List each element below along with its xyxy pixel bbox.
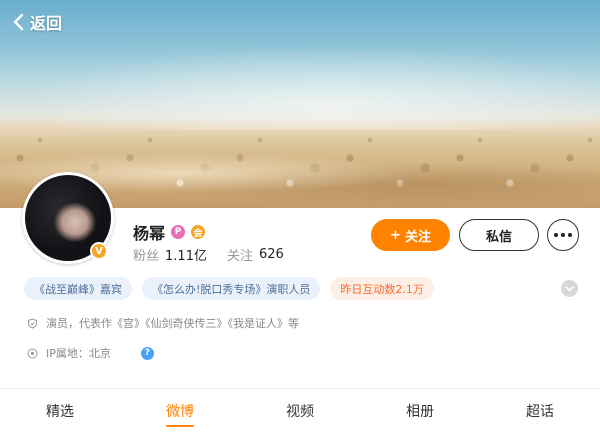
banner-sky-haze (0, 40, 600, 130)
works-row: 演员，代表作《宫》《仙剑奇侠传三》《我是证人》等 (27, 315, 299, 331)
tag-item[interactable]: 《怎么办!脱口秀专场》演职人员 (142, 277, 321, 300)
profile-tabs: 精选 微博 视频 相册 超话 (0, 389, 600, 432)
chevron-down-icon (565, 285, 574, 292)
follow-label: 关注 (404, 229, 431, 245)
following-count[interactable]: 626 (259, 247, 284, 262)
message-label: 私信 (485, 229, 512, 245)
tag-item[interactable]: 《战至巅峰》嘉宾 (24, 277, 132, 300)
followers-label[interactable]: 粉丝 (133, 245, 159, 264)
member-badge-icon[interactable]: P (171, 225, 186, 239)
tab-albums[interactable]: 相册 (360, 389, 480, 432)
name-row: 杨幂 P 会 (133, 220, 206, 244)
tab-videos[interactable]: 视频 (240, 389, 360, 432)
more-dots-icon (561, 233, 565, 237)
back-label: 返回 (30, 14, 63, 33)
vip-badge-icon[interactable]: 会 (191, 225, 206, 239)
avatar-container[interactable]: V (22, 172, 114, 264)
following-label[interactable]: 关注 (227, 245, 253, 264)
tab-featured[interactable]: 精选 (0, 389, 120, 432)
more-options-button[interactable] (547, 219, 579, 251)
tab-label: 精选 (46, 403, 74, 420)
ip-location-text: IP属地：北京 (46, 347, 111, 360)
tags-row: 《战至巅峰》嘉宾 《怎么办!脱口秀专场》演职人员 昨日互动数2.1万 (24, 277, 434, 300)
profile-name: 杨幂 (133, 224, 166, 243)
tab-label: 视频 (286, 403, 314, 420)
back-button[interactable]: 返回 (12, 10, 62, 34)
verified-badge-icon: V (90, 242, 108, 260)
plus-icon: + (390, 227, 401, 243)
ip-row: IP属地：北京 ? (27, 345, 154, 361)
question-icon[interactable]: ? (140, 346, 154, 360)
tab-weibo[interactable]: 微博 (120, 389, 240, 432)
shield-icon (28, 317, 37, 329)
follow-button[interactable]: + 关注 (371, 219, 450, 251)
tab-supertopic[interactable]: 超话 (480, 389, 600, 432)
chevron-left-icon (13, 13, 24, 31)
tab-label: 相册 (406, 403, 434, 420)
tab-label: 微博 (166, 403, 194, 420)
interaction-tag[interactable]: 昨日互动数2.1万 (330, 277, 434, 300)
more-dots-icon (554, 233, 558, 237)
followers-count[interactable]: 1.11亿 (165, 245, 207, 264)
location-icon (27, 348, 38, 358)
message-button[interactable]: 私信 (459, 219, 539, 251)
tab-label: 超话 (526, 403, 554, 420)
more-dots-icon (568, 233, 572, 237)
stats-row: 粉丝 1.11亿 关注 626 (133, 245, 298, 264)
expand-tags-button[interactable] (561, 280, 578, 297)
works-text: 演员，代表作《宫》《仙剑奇侠传三》《我是证人》等 (46, 317, 299, 330)
